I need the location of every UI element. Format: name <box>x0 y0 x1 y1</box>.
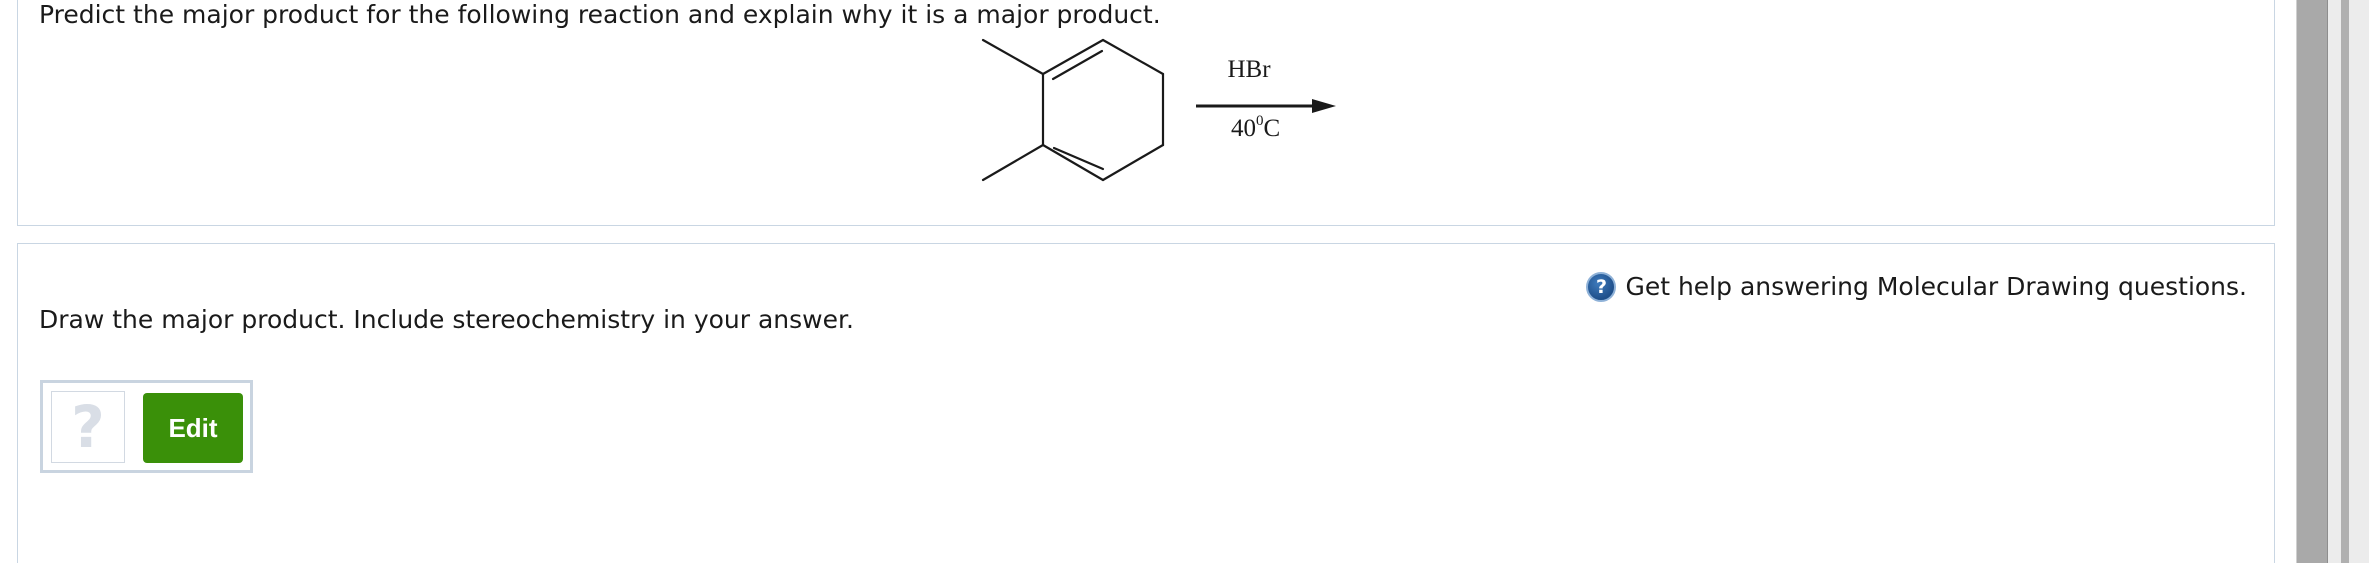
answer-panel: ? Get help answering Molecular Drawing q… <box>17 243 2275 563</box>
help-icon[interactable]: ? <box>1586 272 1617 302</box>
vertical-scrollbar[interactable] <box>2296 0 2369 563</box>
help-link[interactable]: ? Get help answering Molecular Drawing q… <box>1586 271 2247 303</box>
page: Predict the major product for the follow… <box>0 0 2369 563</box>
question-panel: Predict the major product for the follow… <box>17 0 2275 226</box>
scrollbar-rail <box>2341 0 2349 563</box>
draw-instruction: Draw the major product. Include stereoch… <box>39 305 854 334</box>
temperature-number: 40 <box>1231 115 1256 142</box>
cyclohexadiene-structure <box>981 38 1165 182</box>
drawing-preview: ? <box>51 391 125 463</box>
reagent-label: HBr <box>1227 56 1271 83</box>
reaction-arrow <box>1196 99 1336 113</box>
scrollbar-thumb[interactable] <box>2297 0 2328 563</box>
temperature-unit: C <box>1264 115 1281 142</box>
help-link-label[interactable]: Get help answering Molecular Drawing que… <box>1625 271 2247 303</box>
temperature-degree: 0 <box>1256 113 1264 129</box>
conditions-temperature: 400C <box>1231 113 1280 142</box>
reaction-scheme: HBr 400C <box>981 38 1336 182</box>
molecule-drawing-widget: ? Edit <box>40 380 253 473</box>
edit-button[interactable]: Edit <box>143 393 243 463</box>
question-prompt: Predict the major product for the follow… <box>39 0 1161 29</box>
